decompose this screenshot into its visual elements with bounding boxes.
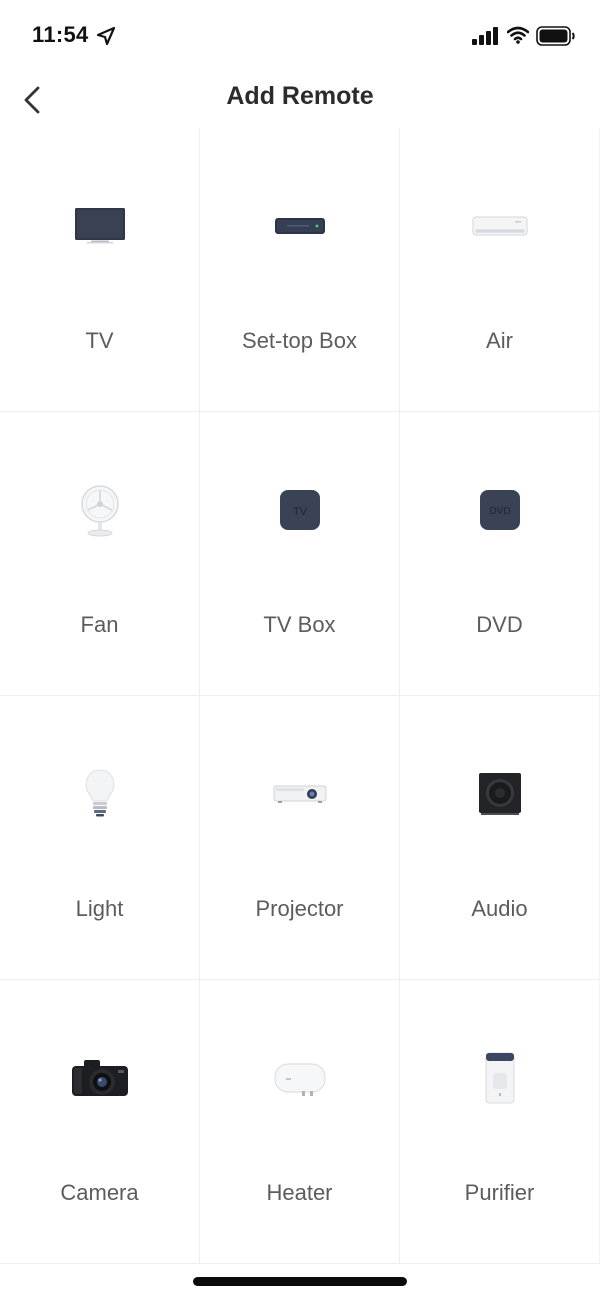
device-label: Air	[486, 328, 513, 353]
status-bar: 11:54	[0, 0, 600, 72]
device-label: Set-top Box	[242, 328, 357, 353]
speaker-icon	[468, 766, 532, 822]
wifi-icon	[507, 26, 529, 44]
device-tile-audio[interactable]: Audio	[400, 696, 600, 980]
device-label: Purifier	[464, 1180, 535, 1205]
status-time: 11:54	[32, 22, 89, 47]
device-label: DVD	[476, 612, 523, 637]
device-tile-light[interactable]: Light	[0, 696, 200, 980]
device-tile-dvd[interactable]: DVD DVD	[400, 412, 600, 696]
device-label: Projector	[255, 896, 344, 921]
light-bulb-icon	[68, 766, 132, 822]
dvd-icon: DVD	[468, 482, 532, 538]
device-label: Fan	[80, 612, 119, 637]
air-conditioner-icon	[468, 198, 532, 254]
battery-icon	[536, 26, 575, 46]
cellular-signal-icon	[472, 27, 498, 45]
device-tile-camera[interactable]: Camera	[0, 980, 200, 1264]
device-label: Heater	[266, 1180, 333, 1205]
projector-icon	[268, 766, 332, 822]
device-tile-set-top-box[interactable]: Set-top Box	[200, 128, 400, 412]
device-tile-projector[interactable]: Projector	[200, 696, 400, 980]
camera-icon	[68, 1050, 132, 1106]
device-tile-air[interactable]: Air	[400, 128, 600, 412]
device-tile-tv[interactable]: TV	[0, 128, 200, 412]
device-tile-fan[interactable]: Fan	[0, 412, 200, 696]
tv-icon	[68, 198, 132, 254]
fan-icon	[68, 482, 132, 538]
device-tile-heater[interactable]: Heater	[200, 980, 400, 1264]
device-label: TV	[85, 328, 114, 353]
water-heater-icon	[268, 1050, 332, 1106]
device-tile-tv-box[interactable]: TV TV Box	[200, 412, 400, 696]
page-title: Add Remote	[226, 82, 374, 110]
device-type-grid: TV Set-top Box Air Fan TV TV Box DVD DVD…	[0, 128, 600, 1299]
device-label: Light	[75, 896, 124, 921]
set-top-box-icon	[268, 198, 332, 254]
tv-box-icon-text: TV	[292, 506, 307, 518]
location-arrow-icon	[96, 26, 116, 46]
nav-bar: Add Remote	[0, 72, 600, 128]
dvd-icon-text: DVD	[489, 506, 510, 517]
device-label: TV Box	[263, 612, 336, 637]
tv-box-icon: TV	[268, 482, 332, 538]
device-label: Audio	[471, 896, 528, 921]
device-label: Camera	[60, 1180, 139, 1205]
air-purifier-icon	[468, 1050, 532, 1106]
home-indicator[interactable]	[193, 1277, 407, 1286]
device-tile-purifier[interactable]: Purifier	[400, 980, 600, 1264]
